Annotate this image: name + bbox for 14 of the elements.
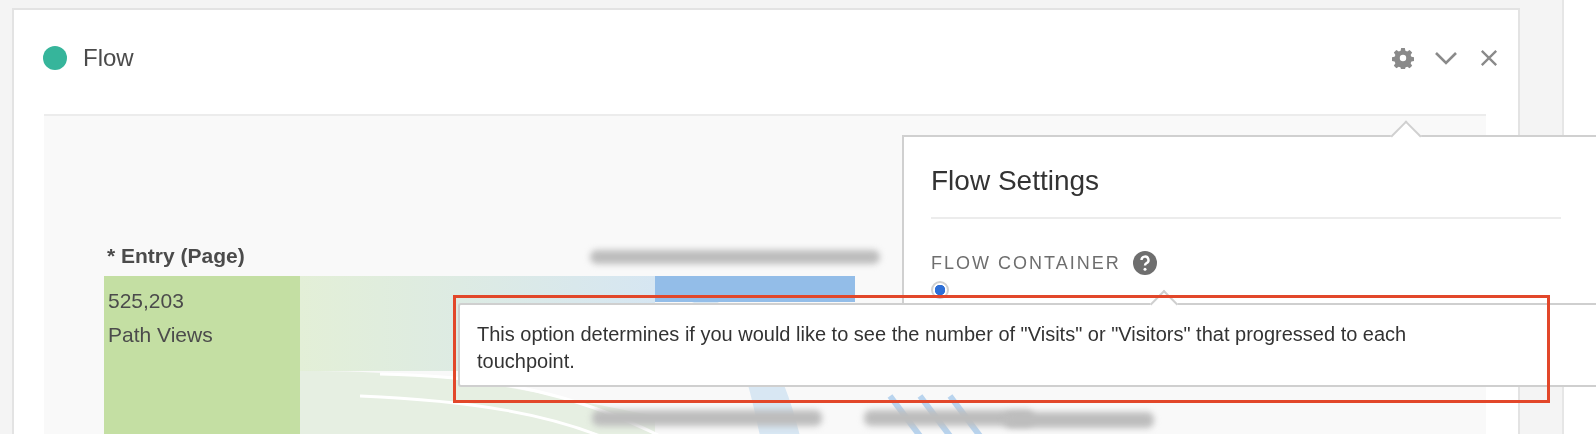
tooltip-text: This option determines if you would like to see the number of "Visits" or "Visitors" that progressed to each touchpoint.: [477, 322, 1408, 374]
close-icon[interactable]: [1480, 49, 1498, 67]
popover-title: Flow Settings: [931, 165, 1101, 197]
settings-icon[interactable]: [1392, 47, 1414, 69]
chevron-down-icon[interactable]: [1434, 51, 1458, 65]
entry-node[interactable]: 525,203 Path Views: [104, 276, 300, 434]
column-header: * Entry (Page): [106, 244, 246, 268]
section-label: FLOW CONTAINER: [931, 252, 1121, 274]
help-icon[interactable]: [1132, 251, 1157, 275]
flow-node[interactable]: [655, 276, 855, 302]
node-label: Path Views: [108, 322, 214, 348]
status-dot: [43, 46, 67, 70]
panel-title: Flow: [83, 44, 134, 72]
node-value: 525,203: [108, 288, 185, 314]
